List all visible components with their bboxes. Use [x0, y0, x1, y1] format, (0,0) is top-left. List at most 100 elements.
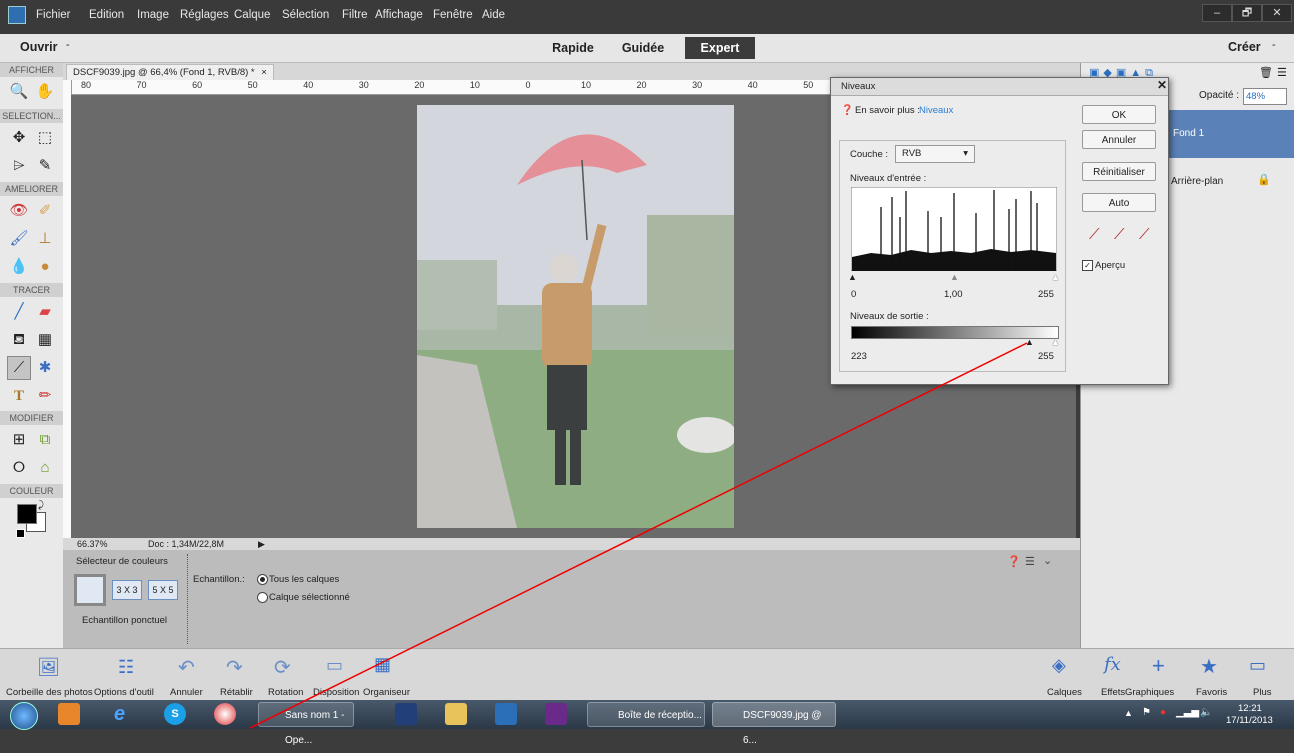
menu-reglages[interactable]: Réglages: [180, 9, 229, 21]
menu-filtre[interactable]: Filtre: [342, 9, 368, 21]
tool-options-icon[interactable]: ☷: [118, 657, 134, 678]
gray-eyedropper-icon[interactable]: ⟋: [1114, 226, 1125, 243]
input-gray-slider-icon[interactable]: ▲: [950, 272, 959, 282]
move-icon[interactable]: ✥: [8, 127, 30, 149]
learn-more-link[interactable]: Niveaux: [919, 105, 953, 116]
effects-icon[interactable]: fx: [1104, 654, 1121, 675]
mode-expert[interactable]: Expert: [685, 37, 755, 59]
custom-shape-icon[interactable]: ✱: [34, 357, 56, 379]
zoom-icon[interactable]: 🔍: [8, 81, 30, 103]
dock-favorites[interactable]: Favoris: [1196, 687, 1227, 698]
paint-bucket-icon[interactable]: ⛾: [8, 329, 30, 351]
undo-icon[interactable]: ↶: [178, 655, 195, 680]
clone-stamp-icon[interactable]: ⊥: [34, 228, 56, 250]
hand-icon[interactable]: ✋: [34, 81, 56, 103]
maximize-button[interactable]: 🗗: [1232, 4, 1262, 22]
redo-icon[interactable]: ↷: [226, 655, 243, 680]
pencil-icon[interactable]: ✏: [34, 385, 56, 407]
brush-icon[interactable]: ╱: [8, 301, 30, 323]
cancel-button[interactable]: Annuler: [1082, 130, 1156, 149]
collapse-chevron-icon[interactable]: ⌄: [1043, 554, 1052, 567]
graphics-icon[interactable]: +: [1152, 653, 1165, 679]
menu-fenetre[interactable]: Fenêtre: [433, 9, 473, 21]
menu-affichage[interactable]: Affichage: [375, 9, 423, 21]
dock-organizer[interactable]: Organiseur: [363, 687, 410, 698]
tray-arrow-icon[interactable]: ▲: [1124, 708, 1133, 718]
output-max-value[interactable]: 255: [1038, 351, 1054, 362]
rotate-icon[interactable]: ⟳: [274, 655, 291, 680]
menu-image[interactable]: Image: [137, 9, 169, 21]
spot-healing-icon[interactable]: ✐: [34, 200, 56, 222]
quick-selection-icon[interactable]: ✎: [34, 155, 56, 177]
content-aware-move-icon[interactable]: ⭘: [8, 457, 30, 479]
status-menu-arrow-icon[interactable]: ▶: [258, 538, 265, 550]
eraser-icon[interactable]: ▰: [34, 301, 56, 323]
layers-menu-icon[interactable]: ☰: [1277, 66, 1287, 79]
skype-icon[interactable]: S: [164, 703, 186, 725]
auto-button[interactable]: Auto: [1082, 193, 1156, 212]
dock-tool-options[interactable]: Options d'outil: [94, 687, 154, 698]
dock-redo[interactable]: Rétablir: [220, 687, 253, 698]
blur-icon[interactable]: 💧: [8, 256, 30, 278]
create-caret[interactable]: -: [1272, 39, 1276, 51]
swap-colors-icon[interactable]: ⤸: [38, 500, 44, 511]
picasa-icon[interactable]: [214, 703, 236, 725]
mode-guidee[interactable]: Guidée: [615, 37, 671, 59]
open-button[interactable]: Ouvrir: [20, 40, 58, 54]
document-tab-close-icon[interactable]: ×: [261, 67, 267, 78]
dialog-titlebar[interactable]: Niveaux: [831, 78, 1168, 96]
sponge-icon[interactable]: ●: [34, 256, 56, 278]
dialog-close-icon[interactable]: ✕: [1157, 78, 1167, 92]
document-tab[interactable]: DSCF9039.jpg @ 66,4% (Fond 1, RVB/8) * ×: [66, 64, 274, 81]
clock-time[interactable]: 12:21: [1238, 703, 1262, 714]
dock-effects[interactable]: Effets: [1101, 687, 1125, 698]
tray-antivirus-icon[interactable]: ●: [1160, 707, 1166, 718]
mode-rapide[interactable]: Rapide: [545, 37, 601, 59]
input-black-slider-icon[interactable]: ▲: [848, 272, 857, 282]
channel-select[interactable]: RVB ▾: [895, 145, 975, 163]
menu-edition[interactable]: Edition: [89, 9, 124, 21]
panel-menu-icon[interactable]: ☰: [1025, 555, 1035, 568]
open-caret[interactable]: -: [66, 39, 70, 51]
organizer-icon[interactable]: ▦: [374, 654, 391, 675]
dock-graphics[interactable]: Graphiques: [1125, 687, 1174, 698]
sample-3x3-button[interactable]: 3 X 3: [112, 580, 142, 600]
dock-undo[interactable]: Annuler: [170, 687, 203, 698]
white-eyedropper-icon[interactable]: ⟋: [1139, 226, 1150, 243]
app-icon[interactable]: [8, 6, 26, 24]
dock-layers[interactable]: Calques: [1047, 687, 1082, 698]
book-icon[interactable]: [395, 703, 417, 725]
photo-bin-icon[interactable]: 🖼: [37, 657, 60, 678]
preview-checkbox[interactable]: ✓: [1082, 260, 1093, 271]
radio-all-layers[interactable]: [257, 574, 268, 585]
black-eyedropper-icon[interactable]: ⟋: [1089, 226, 1100, 243]
input-white-slider-icon[interactable]: ▲: [1051, 272, 1060, 282]
marquee-icon[interactable]: ⬚: [34, 127, 56, 149]
input-max-value[interactable]: 255: [1038, 289, 1054, 300]
internet-explorer-icon[interactable]: e: [114, 703, 136, 725]
help-icon[interactable]: ❓: [1007, 555, 1021, 568]
foreground-color-swatch[interactable]: [17, 504, 37, 524]
eyedropper-icon[interactable]: ⟋: [7, 356, 31, 380]
more-icon[interactable]: ▭: [1249, 655, 1266, 676]
output-white-slider-icon[interactable]: ▲: [1051, 337, 1060, 347]
red-eye-icon[interactable]: 👁: [8, 200, 30, 222]
dock-photo-bin[interactable]: Corbeille des photos: [6, 687, 93, 698]
delete-layer-icon[interactable]: 🗑: [1259, 66, 1273, 79]
output-black-slider-icon[interactable]: ▲: [1025, 337, 1034, 347]
dialog-help-icon[interactable]: ❓: [841, 105, 853, 116]
opacity-field[interactable]: 48%: [1243, 88, 1287, 105]
ok-button[interactable]: OK: [1082, 105, 1156, 124]
start-button[interactable]: [10, 702, 38, 730]
sample-5x5-button[interactable]: 5 X 5: [148, 580, 178, 600]
favorites-icon[interactable]: ★: [1200, 654, 1218, 679]
menu-calque[interactable]: Calque: [234, 9, 270, 21]
dock-more[interactable]: Plus: [1253, 687, 1271, 698]
smart-brush-icon[interactable]: 🖌: [8, 228, 30, 250]
text-icon[interactable]: T: [8, 385, 30, 407]
default-colors-icon[interactable]: [16, 529, 25, 538]
premiere-elements-icon[interactable]: [545, 703, 567, 725]
menu-fichier[interactable]: Fichier: [36, 9, 71, 21]
minimize-button[interactable]: –: [1202, 4, 1232, 22]
explorer-icon[interactable]: [445, 703, 467, 725]
